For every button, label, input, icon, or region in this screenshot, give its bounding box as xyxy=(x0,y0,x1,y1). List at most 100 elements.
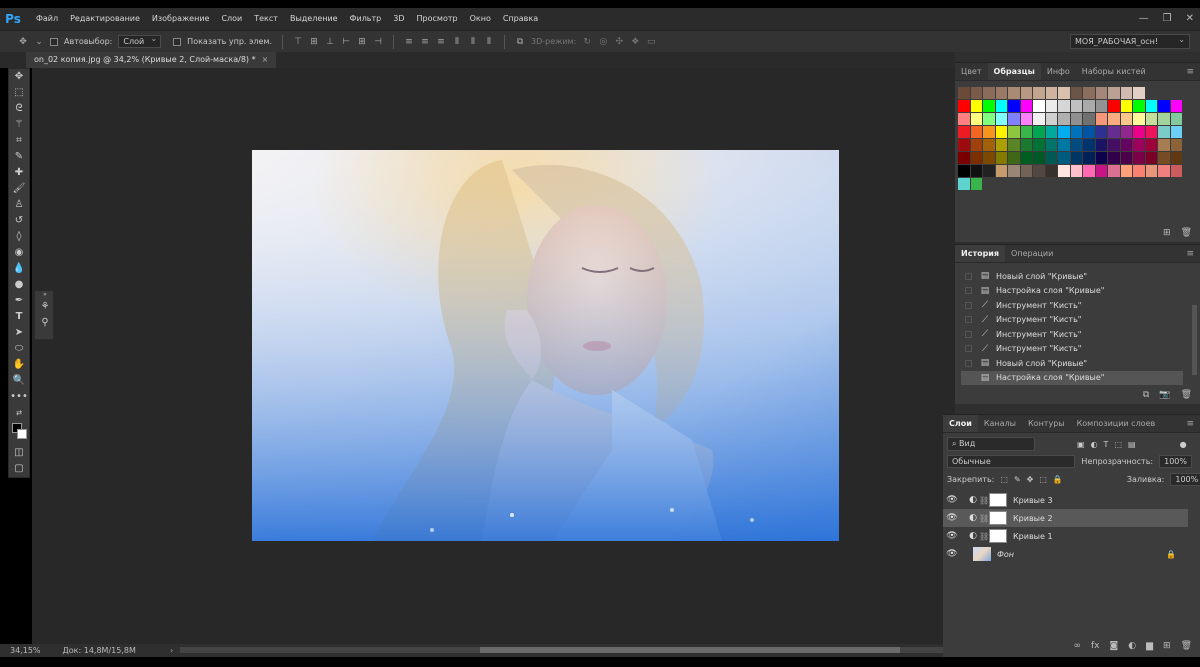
color-swatch[interactable] xyxy=(1008,139,1020,151)
layer-mask-thumbnail[interactable] xyxy=(989,529,1007,543)
distribute-top-icon[interactable]: ≡ xyxy=(404,37,414,47)
tab-layer-comps[interactable]: Композиции слоев xyxy=(1071,415,1162,432)
brush-tool-icon[interactable]: 🖌 xyxy=(9,181,29,197)
color-swatch[interactable] xyxy=(958,178,970,190)
pen-tool-icon[interactable]: ✒ xyxy=(9,293,29,309)
color-swatch[interactable] xyxy=(1158,100,1170,112)
history-brush-source-box[interactable] xyxy=(965,301,972,309)
align-hcenter-icon[interactable]: ⊞ xyxy=(357,37,367,47)
color-swatch[interactable] xyxy=(1058,100,1070,112)
history-item[interactable]: ▤ Новый слой "Кривые" xyxy=(961,269,1183,284)
swap-colors-icon[interactable]: ⇄ xyxy=(9,405,29,421)
align-right-icon[interactable]: ⊣ xyxy=(373,37,383,47)
history-item[interactable]: ⟋ Инструмент "Кисть" xyxy=(961,342,1183,357)
color-swatch[interactable] xyxy=(1033,152,1045,164)
color-swatch[interactable] xyxy=(1033,126,1045,138)
color-swatch[interactable] xyxy=(995,152,1007,164)
color-swatch[interactable] xyxy=(1133,87,1145,99)
color-swatch[interactable] xyxy=(1133,100,1145,112)
minimize-button[interactable]: — xyxy=(1139,8,1149,30)
color-swatch[interactable] xyxy=(1133,113,1145,125)
color-swatch[interactable] xyxy=(958,100,970,112)
chevron-down-icon[interactable]: ⌄ xyxy=(34,37,44,47)
color-swatch[interactable] xyxy=(1108,87,1120,99)
menu-view[interactable]: Просмотр xyxy=(411,8,464,30)
color-swatch[interactable] xyxy=(970,165,982,177)
color-swatch[interactable] xyxy=(1158,165,1170,177)
history-brush-source-box[interactable] xyxy=(965,287,972,295)
color-swatch[interactable] xyxy=(1145,113,1157,125)
color-swatch[interactable] xyxy=(1045,100,1057,112)
color-swatch[interactable] xyxy=(1058,165,1070,177)
color-swatch[interactable] xyxy=(1145,100,1157,112)
move-tool-icon[interactable]: ✥ xyxy=(18,37,28,47)
marquee-tool-icon[interactable]: ⬚ xyxy=(9,85,29,101)
show-transform-checkbox[interactable] xyxy=(173,37,182,46)
clone-stamp-icon[interactable]: ♙ xyxy=(9,197,29,213)
color-swatch[interactable] xyxy=(1133,126,1145,138)
history-brush-source-box[interactable] xyxy=(965,330,972,338)
color-swatch[interactable] xyxy=(958,113,970,125)
color-swatch[interactable] xyxy=(1120,113,1132,125)
color-swatch[interactable] xyxy=(1120,100,1132,112)
history-item[interactable]: ▤ Настройка слоя "Кривые" xyxy=(961,284,1183,299)
filter-pixel-icon[interactable]: ▣ xyxy=(1077,440,1085,449)
history-brush-source-box[interactable] xyxy=(965,359,972,367)
magic-wand-icon[interactable]: ⚚ xyxy=(9,117,29,133)
color-swatch[interactable] xyxy=(1095,165,1107,177)
dodge-tool-icon[interactable]: ● xyxy=(9,277,29,293)
color-swatch[interactable] xyxy=(1170,139,1182,151)
color-swatch[interactable] xyxy=(1145,139,1157,151)
color-swatch[interactable] xyxy=(1083,165,1095,177)
color-swatch[interactable] xyxy=(1008,113,1020,125)
blend-mode-dropdown[interactable]: Обычные xyxy=(947,455,1076,468)
tab-swatches[interactable]: Образцы xyxy=(987,63,1041,80)
color-swatch[interactable] xyxy=(983,126,995,138)
color-swatch[interactable] xyxy=(1108,152,1120,164)
color-swatch[interactable] xyxy=(958,139,970,151)
menu-image[interactable]: Изображение xyxy=(146,8,216,30)
opacity-field[interactable]: 100% xyxy=(1159,455,1192,468)
color-swatch[interactable] xyxy=(1070,87,1082,99)
color-swatch[interactable] xyxy=(1158,113,1170,125)
tab-layers[interactable]: Слои xyxy=(943,415,978,432)
color-swatch[interactable] xyxy=(1033,87,1045,99)
camera-snapshot-icon[interactable]: 📷 xyxy=(1159,390,1170,400)
color-swatch[interactable] xyxy=(1020,100,1032,112)
lock-pixels-icon[interactable]: ✎ xyxy=(1014,475,1021,484)
color-swatch[interactable] xyxy=(970,152,982,164)
menu-3d[interactable]: 3D xyxy=(387,8,410,30)
new-document-from-state-icon[interactable]: ⧉ xyxy=(1143,390,1149,400)
color-swatch[interactable] xyxy=(1033,100,1045,112)
color-swatch[interactable] xyxy=(1020,152,1032,164)
history-item[interactable]: ⟋ Инструмент "Кисть" xyxy=(961,327,1183,342)
color-swatch[interactable] xyxy=(1095,126,1107,138)
history-brush-icon[interactable]: ↺ xyxy=(9,213,29,229)
tab-channels[interactable]: Каналы xyxy=(978,415,1022,432)
autoselect-dropdown[interactable]: Слой xyxy=(118,34,162,48)
distribute-left-icon[interactable]: ⦀ xyxy=(452,37,462,47)
path-selection-icon[interactable]: ➤ xyxy=(9,325,29,341)
menu-file[interactable]: Файл xyxy=(30,8,64,30)
color-swatch[interactable] xyxy=(1008,152,1020,164)
history-item[interactable]: ▤ Новый слой "Кривые" xyxy=(961,356,1183,371)
screen-mode-icon[interactable]: ▢ xyxy=(9,461,29,477)
color-swatch[interactable] xyxy=(958,126,970,138)
color-swatch[interactable] xyxy=(995,113,1007,125)
color-swatch[interactable] xyxy=(1158,139,1170,151)
color-swatches-icon[interactable] xyxy=(9,421,29,445)
color-swatch[interactable] xyxy=(1070,126,1082,138)
color-swatch[interactable] xyxy=(1120,165,1132,177)
layer-mask-thumbnail[interactable] xyxy=(989,493,1007,507)
history-item[interactable]: ⟋ Инструмент "Кисть" xyxy=(961,298,1183,313)
trash-icon[interactable]: 🗑 xyxy=(1181,641,1192,651)
autoselect-checkbox[interactable] xyxy=(50,37,58,46)
color-swatch[interactable] xyxy=(1108,113,1120,125)
tab-color[interactable]: Цвет xyxy=(955,63,988,80)
color-swatch[interactable] xyxy=(1095,139,1107,151)
visibility-eye-icon[interactable]: 👁 xyxy=(943,495,961,505)
lock-all-icon[interactable]: 🔒 xyxy=(1053,475,1063,484)
close-tab-icon[interactable]: × xyxy=(262,55,269,64)
clone-source-icon[interactable]: ⚲ xyxy=(35,315,55,331)
filter-shape-icon[interactable]: ⬚ xyxy=(1114,440,1122,449)
